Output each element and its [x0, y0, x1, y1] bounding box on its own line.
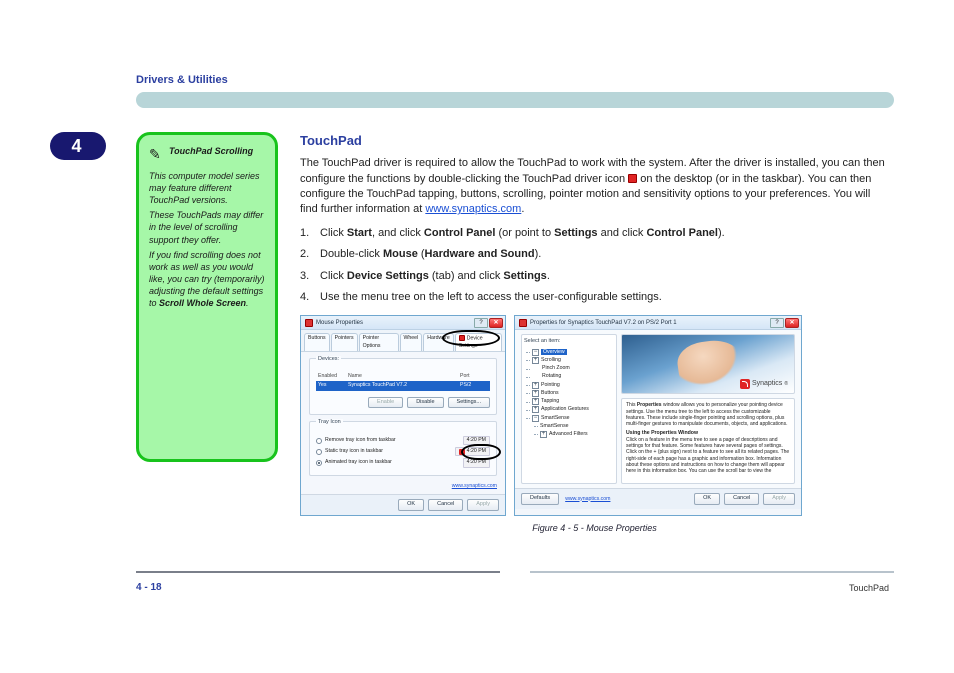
radio-icon[interactable]	[316, 438, 322, 444]
tree-smartsense[interactable]: −SmartSense SmartSense +Advanced Filters	[532, 414, 614, 439]
help-button[interactable]: ?	[770, 318, 784, 328]
header-bar	[136, 92, 894, 108]
expand-icon[interactable]: +	[532, 406, 539, 413]
synaptics-link[interactable]: www.synaptics.com	[452, 483, 497, 489]
tray-red-icon	[459, 449, 465, 455]
note-p3: If you find scrolling does not work as w…	[149, 249, 265, 310]
synaptics-logo-icon	[740, 379, 750, 389]
expand-icon[interactable]: +	[532, 398, 539, 405]
step-4: 4. Use the menu tree on the left to acce…	[300, 290, 889, 305]
hand-illustration	[675, 337, 747, 394]
ok-button[interactable]: OK	[398, 499, 424, 511]
defaults-button[interactable]: Defaults	[521, 493, 559, 505]
apply-button[interactable]: Apply	[467, 499, 499, 511]
radio-icon[interactable]	[316, 460, 322, 466]
synaptics-properties-dialog: Properties for Synaptics TouchPad V7.2 o…	[514, 315, 802, 516]
tab-buttons[interactable]: Buttons	[304, 333, 330, 351]
radio-icon[interactable]	[316, 449, 322, 455]
apply-button[interactable]: Apply	[763, 493, 795, 505]
tabs: Buttons Pointers Pointer Options Wheel H…	[301, 330, 505, 352]
cancel-button[interactable]: Cancel	[428, 499, 463, 511]
section-header: Drivers & Utilities	[136, 74, 228, 86]
note-p1: This computer model series may feature d…	[149, 170, 265, 206]
footer-rule	[136, 571, 894, 573]
tray-opt-remove[interactable]: Remove tray icon from taskbar 4:20 PM	[316, 435, 490, 446]
synaptics-icon	[519, 319, 527, 327]
titlebar[interactable]: Properties for Synaptics TouchPad V7.2 o…	[515, 316, 801, 330]
feature-tree: Select an item: −Overview +Scrolling Pin…	[521, 334, 617, 484]
tree-scrolling[interactable]: +Scrolling	[532, 356, 614, 364]
synaptics-brand: Synaptics®	[740, 379, 788, 389]
step-1: 1. Click Start, and click Control Panel …	[300, 226, 889, 241]
close-button[interactable]: ✕	[785, 318, 799, 328]
expand-icon[interactable]: −	[532, 415, 539, 422]
note-p2: These TouchPads may differ in the level …	[149, 209, 265, 245]
synaptics-link[interactable]: www.synaptics.com	[425, 203, 521, 215]
tree-advfilters[interactable]: +Advanced Filters	[540, 430, 614, 438]
devices-label: Devices:	[316, 356, 341, 362]
tree-smartsense-sub[interactable]: SmartSense	[540, 422, 614, 430]
synaptics-tab-icon	[459, 335, 465, 341]
device-row-selected[interactable]: YesSynaptics TouchPad V7.2PS/2	[316, 381, 490, 390]
dialog-title: Mouse Properties	[316, 319, 363, 327]
tab-wheel[interactable]: Wheel	[400, 333, 423, 351]
figure-caption: Figure 4 - 5 - Mouse Properties	[300, 522, 889, 535]
note-title: TouchPad Scrolling	[169, 145, 253, 157]
device-list-header: EnabledNamePort	[316, 372, 490, 381]
settings-button[interactable]: Settings...	[448, 397, 490, 409]
note-box: ✎ TouchPad Scrolling This computer model…	[136, 132, 278, 462]
expand-icon[interactable]: −	[532, 349, 539, 356]
description-panel: This Properties window allows you to per…	[621, 398, 795, 484]
tab-device-settings[interactable]: Device Settings	[455, 333, 502, 351]
tree-tapping[interactable]: +Tapping	[532, 398, 614, 406]
tab-pointer-options[interactable]: Pointer Options	[359, 333, 399, 351]
tree-pinch[interactable]: Pinch Zoom	[532, 365, 614, 373]
ok-button[interactable]: OK	[694, 493, 720, 505]
tray-label: Tray Icon	[316, 419, 343, 425]
tray-icon-group: Tray Icon Remove tray icon from taskbar …	[309, 421, 497, 476]
synaptics-link[interactable]: www.synaptics.com	[565, 496, 610, 503]
tab-pointers[interactable]: Pointers	[331, 333, 358, 351]
titlebar[interactable]: Mouse Properties ? ✕	[301, 316, 505, 330]
step-2: 2. Double-click Mouse (Hardware and Soun…	[300, 247, 889, 262]
disable-button[interactable]: Disable	[407, 397, 443, 409]
expand-icon[interactable]: +	[540, 431, 547, 438]
tab-hardware[interactable]: Hardware	[423, 333, 454, 351]
mouse-properties-dialog: Mouse Properties ? ✕ Buttons Pointers Po…	[300, 315, 506, 516]
dialog-title: Properties for Synaptics TouchPad V7.2 o…	[530, 319, 677, 327]
tree-appgestures[interactable]: +Application Gestures	[532, 406, 614, 414]
tree-buttons[interactable]: +Buttons	[532, 389, 614, 397]
tray-opt-static[interactable]: Static tray icon in taskbar 4:20 PM	[316, 446, 490, 457]
tray-opt-animated[interactable]: Animated tray icon in taskbar 4:20 PM	[316, 457, 490, 468]
help-button[interactable]: ?	[474, 318, 488, 328]
enable-button[interactable]: Enable	[368, 397, 403, 409]
cancel-button[interactable]: Cancel	[724, 493, 759, 505]
chapter-number: 4	[71, 136, 81, 157]
intro-paragraph: The TouchPad driver is required to allow…	[300, 156, 889, 218]
select-item-label: Select an item:	[524, 338, 614, 346]
main-heading: TouchPad	[300, 132, 889, 150]
tree-pointing[interactable]: +Pointing	[532, 381, 614, 389]
hero-image: Synaptics®	[621, 334, 795, 394]
expand-icon[interactable]: +	[532, 382, 539, 389]
close-button[interactable]: ✕	[489, 318, 503, 328]
tray-redicon-inline	[628, 174, 637, 183]
footer-topic: TouchPad	[849, 583, 889, 593]
step-3: 3. Click Device Settings (tab) and click…	[300, 269, 889, 284]
tree-overview[interactable]: −Overview	[532, 348, 614, 356]
page-number: 4 - 18	[136, 582, 162, 593]
pen-icon: ✎	[149, 145, 163, 164]
expand-icon[interactable]: +	[532, 390, 539, 397]
mouse-icon	[305, 319, 313, 327]
tree-rotating[interactable]: Rotating	[532, 373, 614, 381]
chapter-badge: 4	[50, 132, 106, 160]
expand-icon[interactable]: +	[532, 357, 539, 364]
devices-group: Devices: EnabledNamePort YesSynaptics To…	[309, 358, 497, 415]
